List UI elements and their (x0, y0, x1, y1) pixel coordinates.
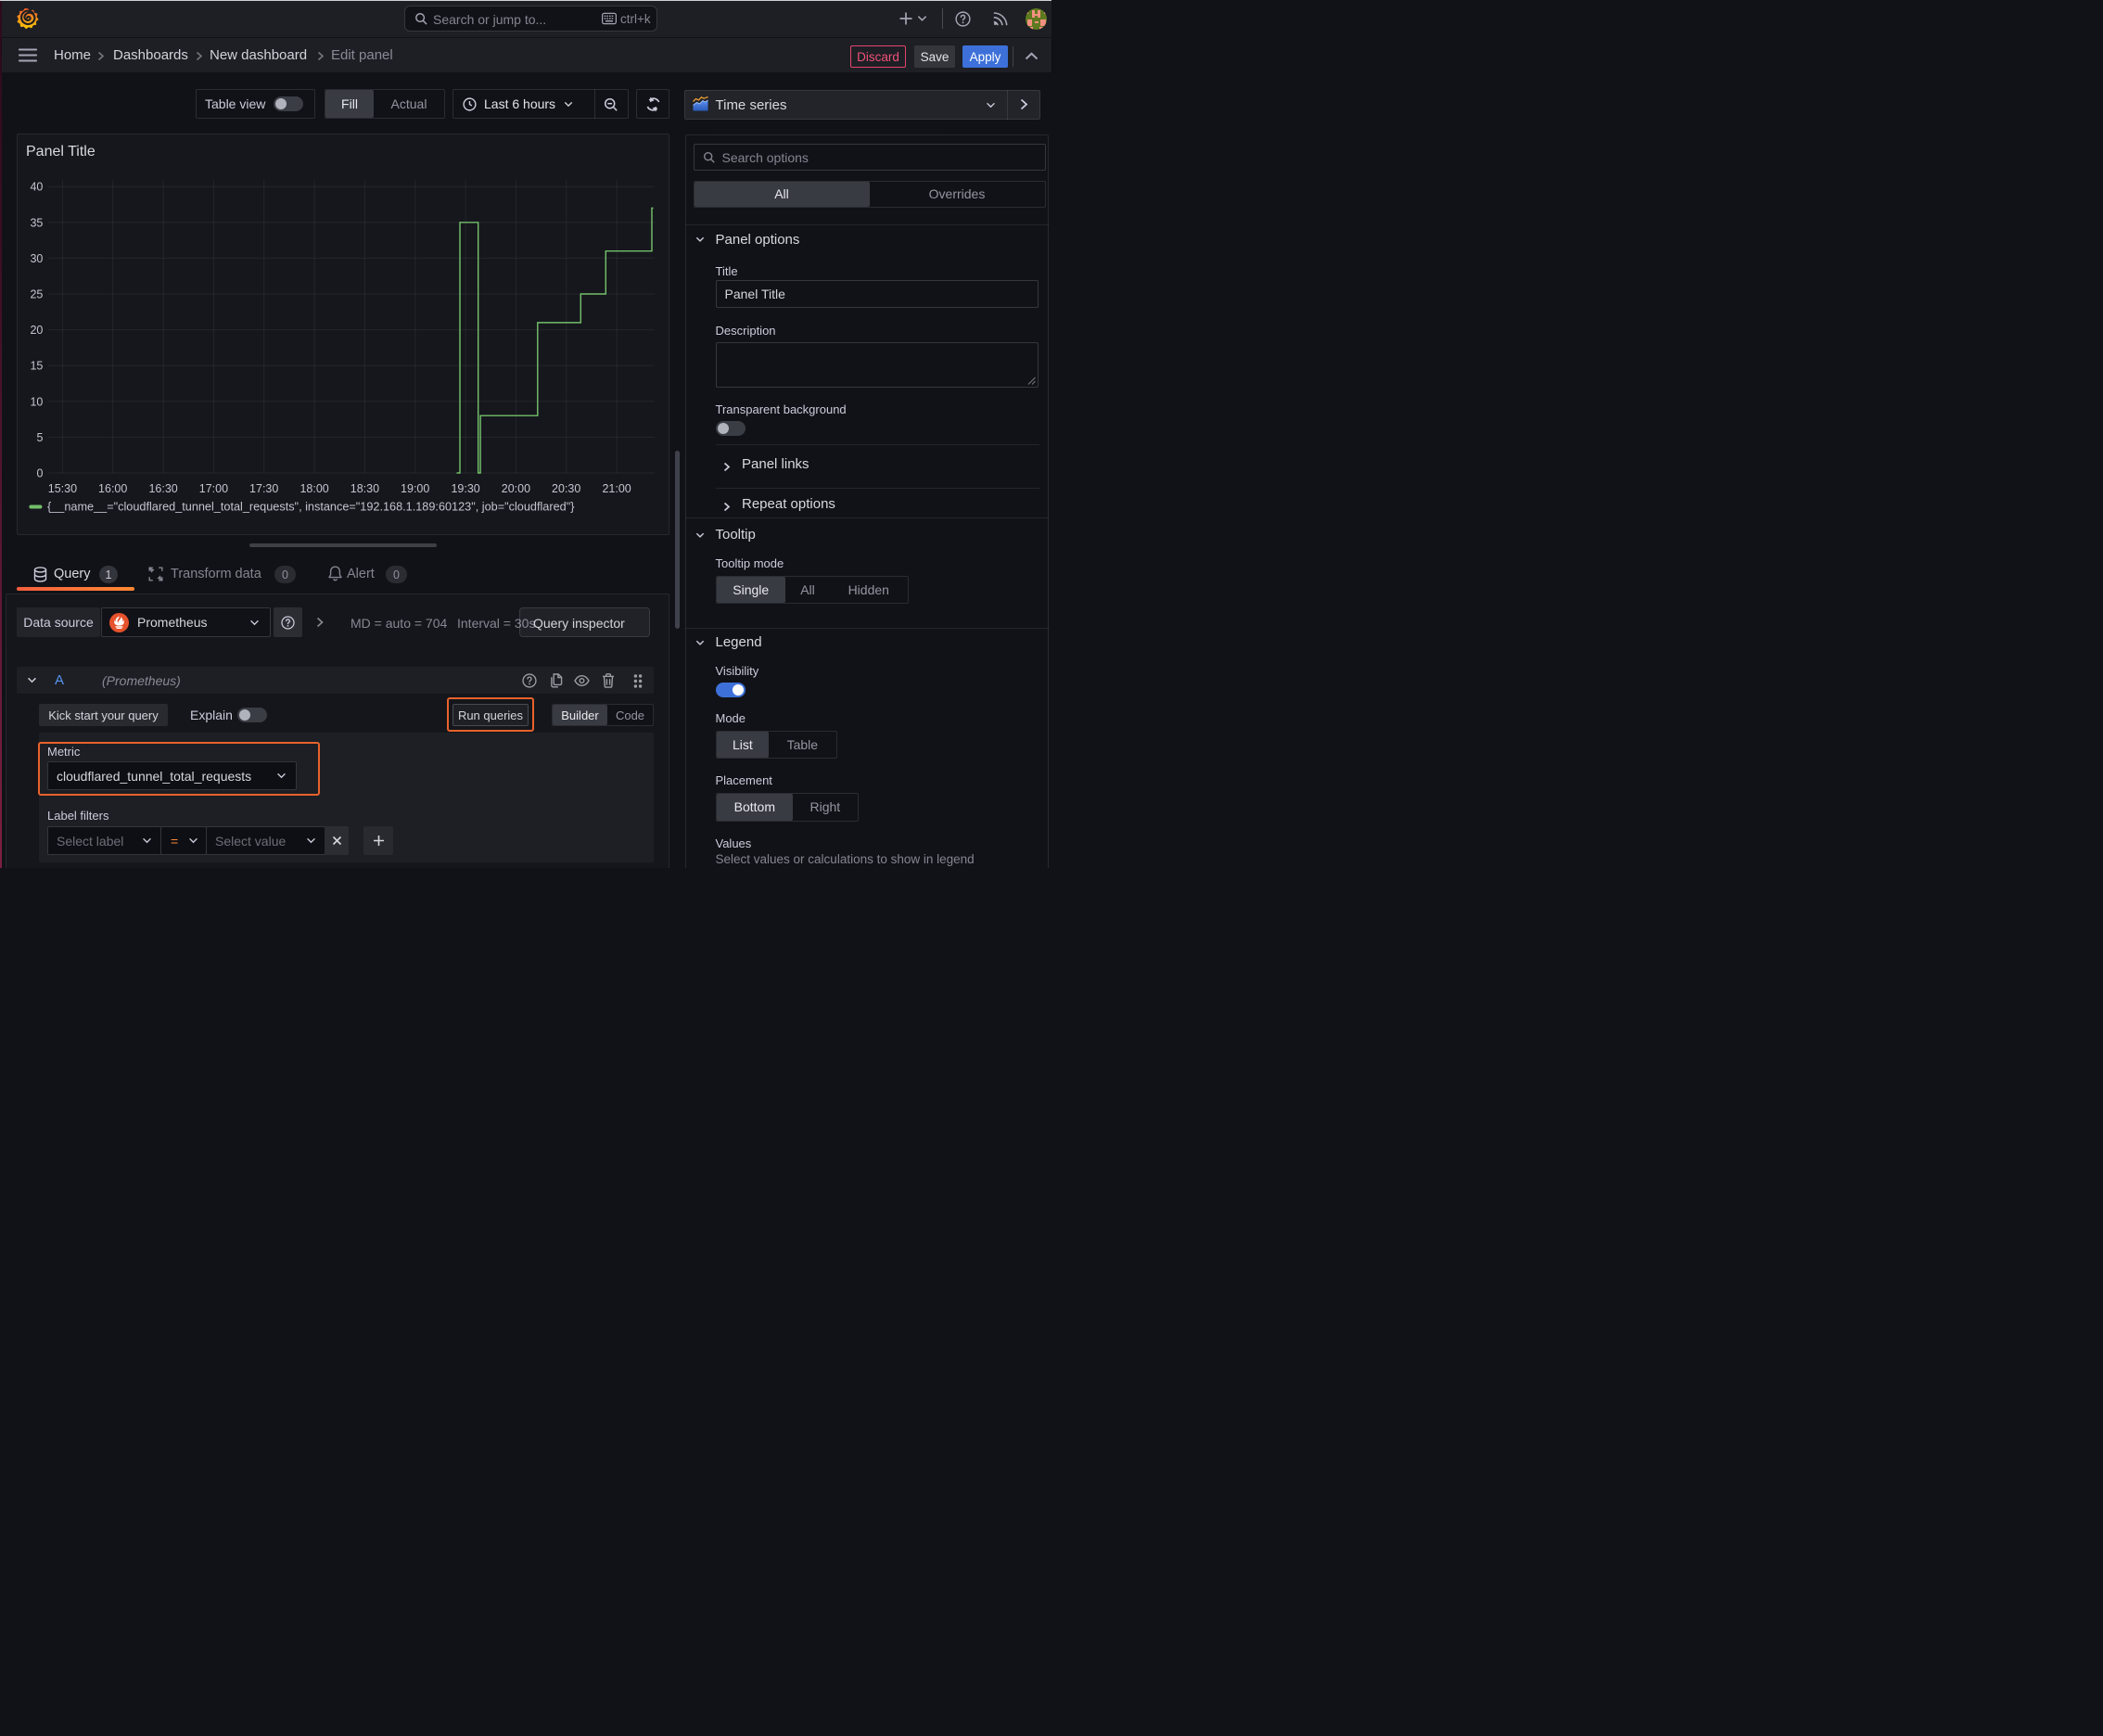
svg-text:25: 25 (30, 288, 43, 301)
svg-text:30: 30 (30, 252, 43, 265)
svg-text:15:30: 15:30 (48, 482, 77, 495)
svg-text:16:30: 16:30 (148, 482, 177, 495)
svg-text:17:00: 17:00 (199, 482, 228, 495)
svg-text:17:30: 17:30 (249, 482, 278, 495)
svg-text:40: 40 (30, 181, 43, 194)
svg-text:19:30: 19:30 (451, 482, 479, 495)
svg-text:18:00: 18:00 (300, 482, 328, 495)
svg-text:15: 15 (30, 360, 43, 373)
svg-text:20:30: 20:30 (552, 482, 580, 495)
svg-text:{__name__="cloudflared_tunnel_: {__name__="cloudflared_tunnel_total_requ… (47, 501, 575, 514)
svg-text:5: 5 (36, 431, 43, 444)
svg-text:20: 20 (30, 324, 43, 337)
svg-text:35: 35 (30, 216, 43, 229)
svg-text:19:00: 19:00 (401, 482, 429, 495)
svg-text:21:00: 21:00 (602, 482, 631, 495)
svg-text:18:30: 18:30 (350, 482, 379, 495)
svg-text:10: 10 (30, 395, 43, 408)
svg-text:0: 0 (36, 467, 43, 480)
svg-text:20:00: 20:00 (502, 482, 530, 495)
svg-text:16:00: 16:00 (98, 482, 127, 495)
